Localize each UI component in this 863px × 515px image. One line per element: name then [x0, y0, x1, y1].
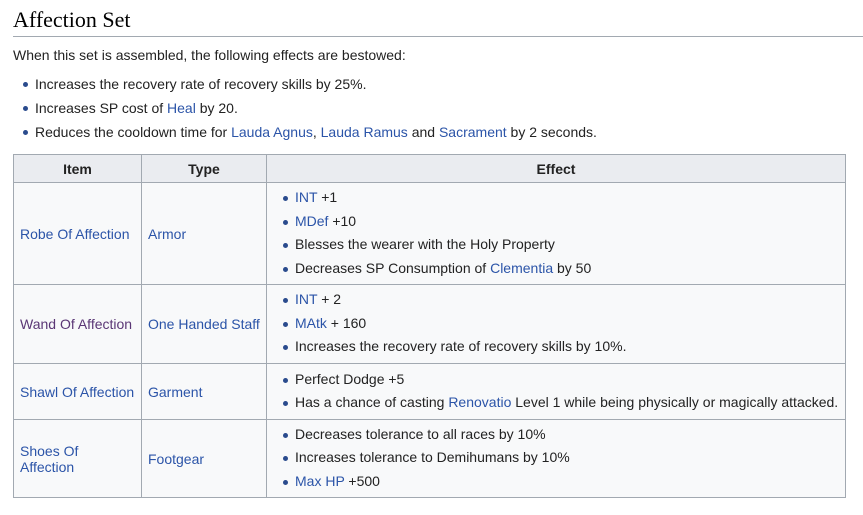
item-link[interactable]: Shawl Of Affection	[20, 384, 134, 400]
list-item: Reduces the cooldown time for Lauda Agnu…	[23, 120, 863, 144]
page-content: Affection Set When this set is assembled…	[0, 0, 863, 498]
table-row: Shoes Of Affection Footgear Decreases to…	[13, 419, 846, 498]
list-item: Perfect Dodge +5	[283, 368, 839, 392]
item-link[interactable]: Robe Of Affection	[20, 226, 129, 242]
inline-link[interactable]: Lauda Ramus	[321, 124, 408, 140]
table-row: Shawl Of Affection Garment Perfect Dodge…	[13, 363, 846, 420]
item-cell: Shawl Of Affection	[13, 363, 142, 420]
text-span: +1	[317, 189, 338, 205]
list-item: Has a chance of casting Renovatio Level …	[283, 391, 839, 415]
type-cell: Armor	[141, 182, 267, 285]
list-item: Increases SP cost of Heal by 20.	[23, 96, 863, 120]
text-span: +10	[328, 212, 357, 229]
effect-cell: INT + 2 MAtk + 160 Increases the recovery …	[266, 284, 846, 364]
inline-link[interactable]: INT	[295, 189, 317, 205]
text-span: by 20.	[195, 100, 238, 116]
list-item: Increases the recovery rate of recovery …	[283, 335, 839, 359]
type-link[interactable]: One Handed Staff	[148, 316, 260, 332]
text-span: Reduces the cooldown time for	[35, 124, 232, 140]
text-span: by 2 seconds.	[506, 124, 597, 140]
text-span: ,	[312, 124, 321, 140]
inline-link[interactable]: Renovatio	[448, 394, 511, 410]
list-item: MAtk + 160	[283, 312, 839, 336]
column-header-effect: Effect	[266, 154, 846, 183]
inline-link[interactable]: Clementia	[490, 260, 553, 276]
text-span: by 50	[553, 259, 592, 276]
list-item: INT +1	[283, 186, 839, 210]
inline-link[interactable]: INT	[295, 291, 317, 307]
type-link[interactable]: Armor	[148, 226, 186, 242]
inline-link[interactable]: Heal	[167, 100, 196, 116]
text-span: Increases tolerance to Demihumans by 10%	[295, 449, 570, 466]
effect-list: INT +1 MDef +10 Blesses the wearer with th…	[273, 184, 839, 283]
type-cell: Footgear	[141, 419, 267, 498]
text-span: + 160	[326, 314, 367, 331]
text-span: Level 1 while being physically or magica…	[511, 394, 839, 410]
inline-link[interactable]: Lauda Agnus	[231, 124, 313, 140]
text-span: +500	[344, 472, 380, 489]
text-span: Increases SP cost of	[35, 100, 168, 116]
list-item: MDef +10	[283, 210, 839, 234]
item-cell: Shoes Of Affection	[13, 419, 142, 498]
text-span: Blesses the wearer with the Holy Propert…	[295, 236, 555, 252]
item-link[interactable]: Wand Of Affection	[20, 316, 132, 332]
table-header-row: Item Type Effect	[13, 154, 846, 183]
set-items-table: Item Type Effect Robe Of Affection Armor…	[13, 154, 846, 498]
effect-cell: Decreases tolerance to all races by 10% I…	[266, 419, 846, 498]
table-row: Robe Of Affection Armor INT +1 MDef +10 Bl…	[13, 182, 846, 285]
list-item: INT + 2	[283, 288, 839, 312]
intro-text: When this set is assembled, the followin…	[13, 47, 406, 63]
item-cell: Wand Of Affection	[13, 284, 142, 364]
list-item: Increases the recovery rate of recovery …	[23, 72, 863, 96]
item-link[interactable]: Shoes Of Affection	[20, 443, 78, 475]
type-link[interactable]: Garment	[148, 384, 202, 400]
effect-list: INT + 2 MAtk + 160 Increases the recovery …	[273, 286, 839, 362]
list-item: Increases tolerance to Demihumans by 10%	[283, 446, 839, 470]
table-row: Wand Of Affection One Handed Staff INT +…	[13, 284, 846, 364]
text-span: and	[407, 124, 439, 140]
set-effects-list: Increases the recovery rate of recovery …	[13, 72, 863, 144]
type-cell: One Handed Staff	[141, 284, 267, 364]
inline-link[interactable]: Max HP	[295, 473, 345, 489]
text-span: + 2	[317, 291, 342, 308]
text-span: Decreases SP Consumption of	[295, 259, 491, 276]
effect-cell: Perfect Dodge +5 Has a chance of casting …	[266, 363, 846, 420]
effect-cell: INT +1 MDef +10 Blesses the wearer with th…	[266, 182, 846, 285]
column-header-item: Item	[13, 154, 142, 183]
text-span: Increases the recovery rate of recovery …	[295, 338, 627, 355]
section-heading: Affection Set	[13, 0, 863, 37]
inline-link[interactable]: Sacrament	[439, 124, 507, 140]
list-item: Decreases tolerance to all races by 10%	[283, 423, 839, 447]
type-cell: Garment	[141, 363, 267, 420]
list-item: Decreases SP Consumption of Clementia by…	[283, 257, 839, 281]
text-span: Decreases tolerance to all races by 10%	[295, 425, 546, 442]
item-cell: Robe Of Affection	[13, 182, 142, 285]
type-link[interactable]: Footgear	[148, 451, 204, 467]
effect-list: Decreases tolerance to all races by 10% I…	[273, 421, 839, 497]
column-header-type: Type	[141, 154, 267, 183]
inline-link[interactable]: MDef	[295, 213, 328, 229]
text-span: Perfect Dodge +5	[295, 370, 405, 387]
list-item: Blesses the wearer with the Holy Propert…	[283, 233, 839, 257]
list-item: Max HP +500	[283, 470, 839, 494]
text-span: Increases the recovery rate of recovery …	[35, 76, 367, 92]
text-span: Has a chance of casting	[295, 394, 449, 410]
effect-list: Perfect Dodge +5 Has a chance of casting …	[273, 366, 839, 418]
inline-link[interactable]: MAtk	[295, 315, 327, 331]
